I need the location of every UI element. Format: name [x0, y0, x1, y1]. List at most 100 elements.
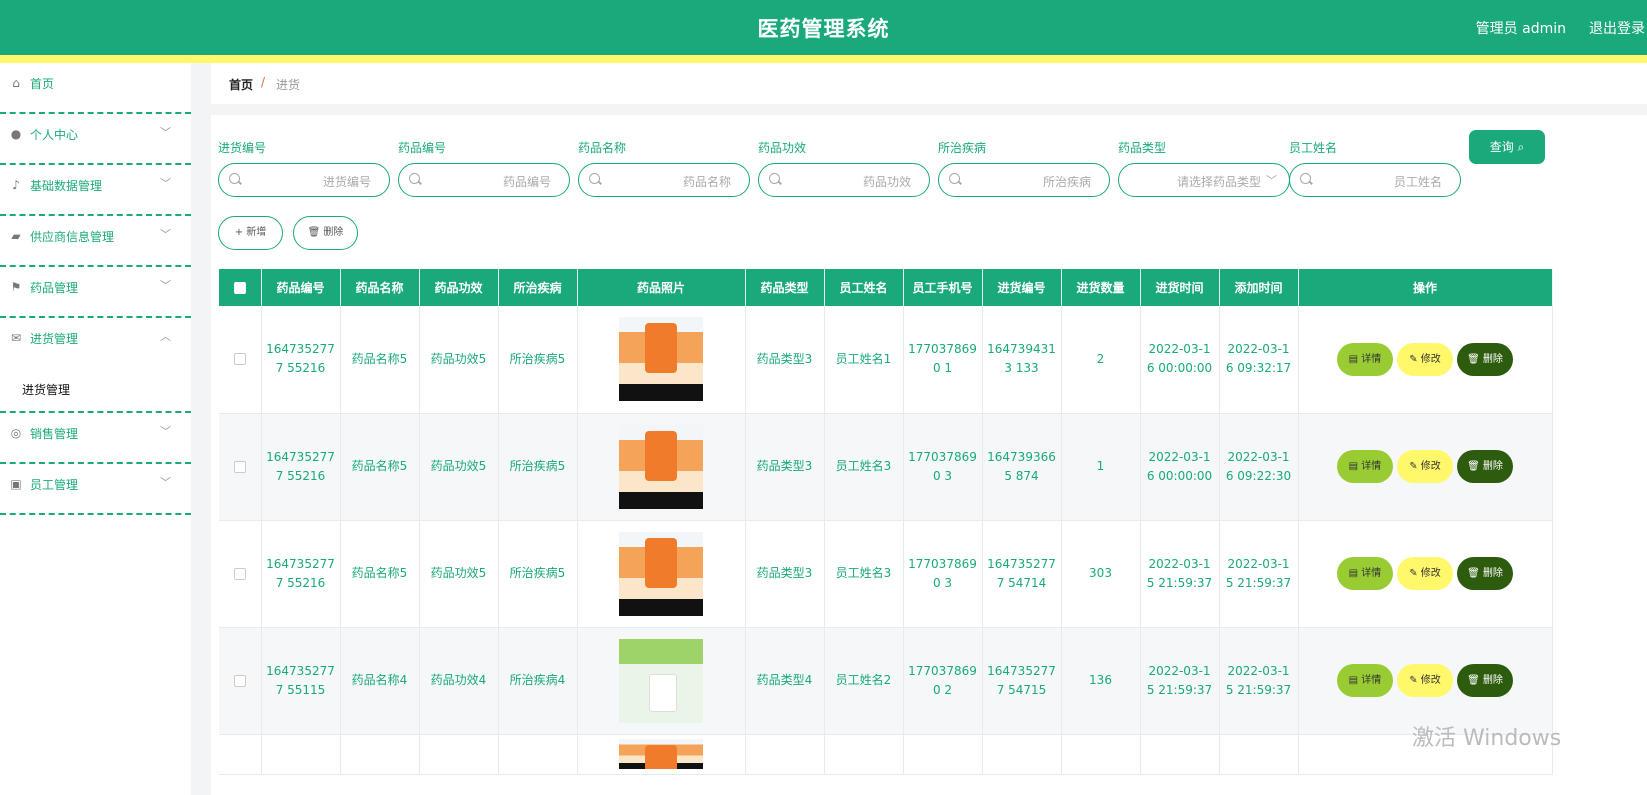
table-cell: 药品类型3	[745, 306, 825, 414]
table-cell: 药品名称5	[340, 413, 420, 521]
edit-button[interactable]: ✎ 修改	[1397, 557, 1453, 590]
column-header: 进货编号	[982, 269, 1062, 306]
search-input[interactable]: 药品名称	[578, 163, 750, 197]
main-content: 首页 / 进货 进货编号 进货编号 药品编号 药品编号 药品名称 药品名称 药品…	[211, 63, 1647, 795]
user-label: 管理员 admin	[1475, 21, 1566, 37]
table-cell: 1647352777 54715	[982, 627, 1062, 735]
select-placeholder: 请选择药品类型	[1176, 175, 1261, 189]
column-header: 药品功效	[419, 269, 499, 306]
table-cell: 1647393665 874	[982, 413, 1062, 521]
drug-photo	[577, 306, 746, 414]
table-cell: 所治疾病4	[498, 627, 578, 735]
table-cell: 药品功效5	[419, 413, 499, 521]
search-input[interactable]: 所治疾病	[938, 163, 1110, 197]
table-cell: 员工姓名3	[824, 520, 904, 628]
table-cell: 1770378690 1	[903, 306, 983, 414]
detail-button[interactable]: ▤ 详情	[1337, 664, 1393, 697]
table-cell: 303	[1061, 520, 1141, 628]
field-label: 药品类型	[1118, 141, 1167, 155]
table-cell: 2	[1061, 306, 1141, 414]
input-placeholder: 员工姓名	[1393, 175, 1442, 189]
table-header-row: 药品编号 药品名称 药品功效 所治疾病 药品照片 药品类型 员工姓名 员工手机号…	[219, 269, 1553, 306]
sidebar-item-drug[interactable]: ⚑ 药品管理 ﹀	[0, 267, 191, 318]
windows-watermark: 激活 Windows	[1412, 726, 1562, 751]
table-cell: 员工姓名2	[824, 627, 904, 735]
breadcrumb-current: 进货	[276, 78, 301, 92]
sidebar-subitem-purchase[interactable]: 进货管理	[0, 369, 191, 413]
logout-link[interactable]: 退出登录	[1589, 18, 1645, 38]
query-button[interactable]: 查询 ⌕	[1469, 130, 1545, 164]
table-cell: 药品名称4	[340, 627, 420, 735]
table-cell: 1647352777 55216	[261, 520, 341, 628]
search-input[interactable]: 药品功效	[758, 163, 930, 197]
table-cell: 1647352777 55216	[261, 306, 341, 414]
sidebar-item-personal-center[interactable]: ● 个人中心 ﹀	[0, 114, 191, 165]
row-checkbox[interactable]	[219, 627, 262, 735]
chevron-down-icon: ﹀	[160, 279, 171, 292]
detail-button[interactable]: ▤ 详情	[1337, 342, 1393, 376]
search-input[interactable]: 药品编号	[398, 163, 570, 197]
search-input[interactable]: 员工姓名	[1289, 163, 1461, 197]
table-cell: 药品名称5	[340, 520, 420, 628]
table-cell: 所治疾病5	[498, 306, 578, 414]
column-header: 员工手机号	[903, 269, 983, 306]
table-cell: 1770378690 2	[903, 627, 983, 735]
top-bar: 医药管理系统 管理员 admin 退出登录	[0, 0, 1647, 55]
row-checkbox[interactable]	[219, 306, 262, 414]
add-button[interactable]: + 新增	[218, 216, 283, 250]
search-panel: 进货编号 进货编号 药品编号 药品编号 药品名称 药品名称 药品功效 药品功效 …	[211, 115, 1647, 795]
edit-button[interactable]: ✎ 修改	[1397, 664, 1453, 697]
table-cell	[1140, 734, 1220, 775]
table-cell: 1647352777 55115	[261, 627, 341, 735]
row-delete-button[interactable]: 🗑 删除	[1457, 557, 1513, 590]
detail-button[interactable]: ▤ 详情	[1337, 450, 1393, 483]
column-header: 药品类型	[745, 269, 825, 306]
breadcrumb-separator: /	[261, 75, 266, 89]
edit-button[interactable]: ✎ 修改	[1397, 342, 1453, 376]
row-delete-button[interactable]: 🗑 删除	[1457, 450, 1513, 483]
table-cell	[824, 734, 904, 775]
row-checkbox[interactable]	[219, 520, 262, 628]
search-input[interactable]: 进货编号	[218, 163, 390, 197]
search-icon	[769, 173, 780, 184]
sidebar-item-base-data[interactable]: ♪ 基础数据管理 ﹀	[0, 165, 191, 216]
sidebar-item-home[interactable]: ⌂ 首页	[0, 63, 191, 114]
delete-button[interactable]: 🗑 删除	[293, 216, 358, 250]
table-cell: 2022-03-1 6 00:00:00	[1140, 306, 1220, 414]
chevron-down-icon: ﹀	[1266, 174, 1277, 187]
sidebar-item-purchase[interactable]: ✉ 进货管理 ︿	[0, 318, 191, 369]
wallet-icon: ▰	[11, 229, 21, 243]
table-cell: 1770378690 3	[903, 413, 983, 521]
column-header: 员工姓名	[824, 269, 904, 306]
table-cell: 药品类型4	[745, 627, 825, 735]
row-delete-button[interactable]: 🗑 删除	[1457, 342, 1513, 376]
user-icon: ●	[10, 127, 22, 141]
chevron-up-icon: ︿	[160, 330, 171, 343]
detail-button[interactable]: ▤ 详情	[1337, 557, 1393, 590]
select-all-checkbox[interactable]	[219, 269, 262, 306]
sidebar-item-label: 员工管理	[30, 478, 79, 492]
drug-photo	[577, 520, 746, 628]
column-header: 操作	[1298, 269, 1553, 306]
table-cell: 1770378690 3	[903, 520, 983, 628]
purchase-table: 药品编号 药品名称 药品功效 所治疾病 药品照片 药品类型 员工姓名 员工手机号…	[219, 269, 1553, 775]
row-checkbox[interactable]	[219, 413, 262, 521]
table-cell	[498, 734, 578, 775]
sidebar-item-sales[interactable]: ◎ 销售管理 ﹀	[0, 413, 191, 464]
breadcrumb-home[interactable]: 首页	[229, 76, 253, 93]
table-cell	[1219, 734, 1299, 775]
drug-type-select[interactable]: 请选择药品类型 ﹀	[1118, 163, 1290, 197]
sidebar-subitem-label: 进货管理	[22, 383, 71, 397]
edit-button[interactable]: ✎ 修改	[1397, 450, 1453, 483]
row-delete-button[interactable]: 🗑 删除	[1457, 664, 1513, 697]
chevron-down-icon: ﹀	[160, 177, 171, 190]
table-cell: 药品名称5	[340, 306, 420, 414]
chevron-down-icon: ﹀	[160, 228, 171, 241]
row-actions: ▤ 详情 ✎ 修改 🗑 删除	[1298, 413, 1553, 521]
sidebar-item-supplier[interactable]: ▰ 供应商信息管理 ﹀	[0, 216, 191, 267]
table-cell: 药品功效4	[419, 627, 499, 735]
table-cell	[1061, 734, 1141, 775]
search-icon	[409, 173, 420, 184]
sidebar-item-staff[interactable]: ▣ 员工管理 ﹀	[0, 464, 191, 515]
table-cell	[745, 734, 825, 775]
